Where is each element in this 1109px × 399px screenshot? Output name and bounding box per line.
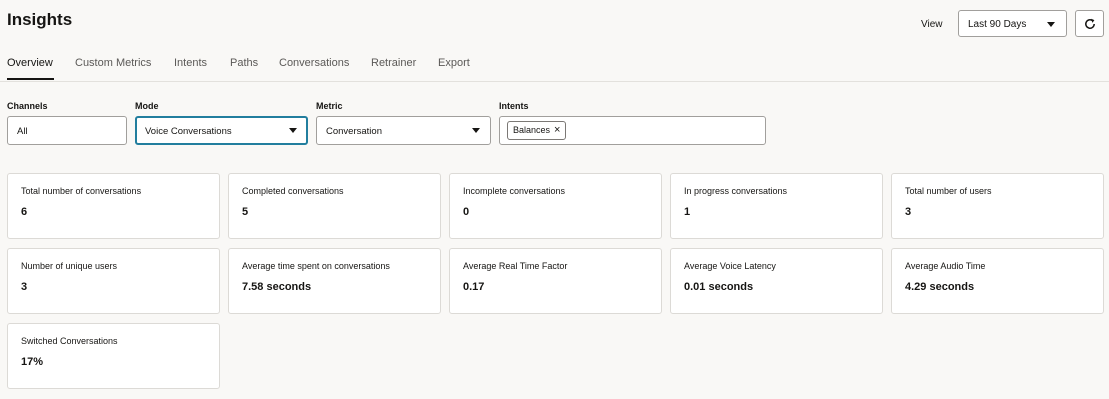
metric-value: 7.58 seconds <box>242 281 312 293</box>
metric-label: Average time spent on conversations <box>242 261 390 271</box>
metric-label: Number of unique users <box>21 261 118 271</box>
metric-card: Average Real Time Factor 0.17 <box>449 248 662 314</box>
metric-card: Completed conversations 5 <box>228 173 441 239</box>
metric-label: Average Audio Time <box>905 261 986 271</box>
intent-chip-label: Balances <box>513 125 551 135</box>
intent-chip: Balances × <box>507 121 567 140</box>
metric-label: Metric <box>316 101 343 111</box>
metric-value: 0.17 <box>463 281 485 293</box>
metric-card: In progress conversations 1 <box>670 173 883 239</box>
metric-label: Completed conversations <box>242 186 344 196</box>
active-tab-indicator <box>7 78 54 80</box>
channels-label: Channels <box>7 101 48 111</box>
metric-value: 4.29 seconds <box>905 281 975 293</box>
metric-value: 3 <box>21 281 28 293</box>
metric-card: Number of unique users 3 <box>7 248 220 314</box>
channels-input[interactable]: All <box>7 116 127 145</box>
tab-export[interactable]: Export <box>438 57 470 69</box>
tab-conversations[interactable]: Conversations <box>279 57 349 69</box>
mode-label: Mode <box>135 101 159 111</box>
metric-card: Total number of conversations 6 <box>7 173 220 239</box>
metric-card: Average Voice Latency 0.01 seconds <box>670 248 883 314</box>
metric-label: In progress conversations <box>684 186 788 196</box>
metric-card: Average time spent on conversations 7.58… <box>228 248 441 314</box>
metric-card: Switched Conversations 17% <box>7 323 220 389</box>
metric-label: Average Voice Latency <box>684 261 776 271</box>
metric-card: Total number of users 3 <box>891 173 1104 239</box>
metric-value: 0 <box>463 206 470 218</box>
metric-value: 6 <box>21 206 28 218</box>
mode-value: Voice Conversations <box>145 126 232 137</box>
view-period-value: Last 90 Days <box>968 19 1027 30</box>
refresh-icon <box>1085 18 1095 29</box>
chevron-down-icon <box>289 128 297 133</box>
chevron-down-icon <box>472 128 480 133</box>
refresh-button[interactable] <box>1075 10 1104 37</box>
metric-value: 17% <box>21 356 44 368</box>
metric-select[interactable]: Conversation <box>316 116 491 145</box>
intents-label: Intents <box>499 101 529 111</box>
metric-value: 5 <box>242 206 249 218</box>
metric-label: Switched Conversations <box>21 336 118 346</box>
metric-label: Average Real Time Factor <box>463 261 568 271</box>
page-title: Insights <box>7 10 73 29</box>
view-label: View <box>921 19 943 30</box>
view-period-select[interactable]: Last 90 Days <box>958 10 1067 37</box>
metric-label: Incomplete conversations <box>463 186 566 196</box>
metric-value: Conversation <box>326 126 382 137</box>
tab-custom-metrics[interactable]: Custom Metrics <box>75 57 151 69</box>
close-icon[interactable]: × <box>554 124 560 136</box>
metric-value: 0.01 seconds <box>684 281 754 293</box>
metric-label: Total number of conversations <box>21 186 142 196</box>
mode-select[interactable]: Voice Conversations <box>135 116 308 145</box>
tab-bar: Overview Custom Metrics Intents Paths Co… <box>0 55 1109 82</box>
metric-label: Total number of users <box>905 186 992 196</box>
intents-input[interactable]: Balances × <box>499 116 766 145</box>
chevron-down-icon <box>1047 22 1055 27</box>
tab-overview[interactable]: Overview <box>7 57 53 69</box>
tab-paths[interactable]: Paths <box>230 57 258 69</box>
tab-intents[interactable]: Intents <box>174 57 207 69</box>
metric-card: Incomplete conversations 0 <box>449 173 662 239</box>
metric-value: 3 <box>905 206 912 218</box>
channels-value: All <box>17 126 28 137</box>
metric-card: Average Audio Time 4.29 seconds <box>891 248 1104 314</box>
tab-retrainer[interactable]: Retrainer <box>371 57 416 69</box>
metric-value: 1 <box>684 206 691 218</box>
